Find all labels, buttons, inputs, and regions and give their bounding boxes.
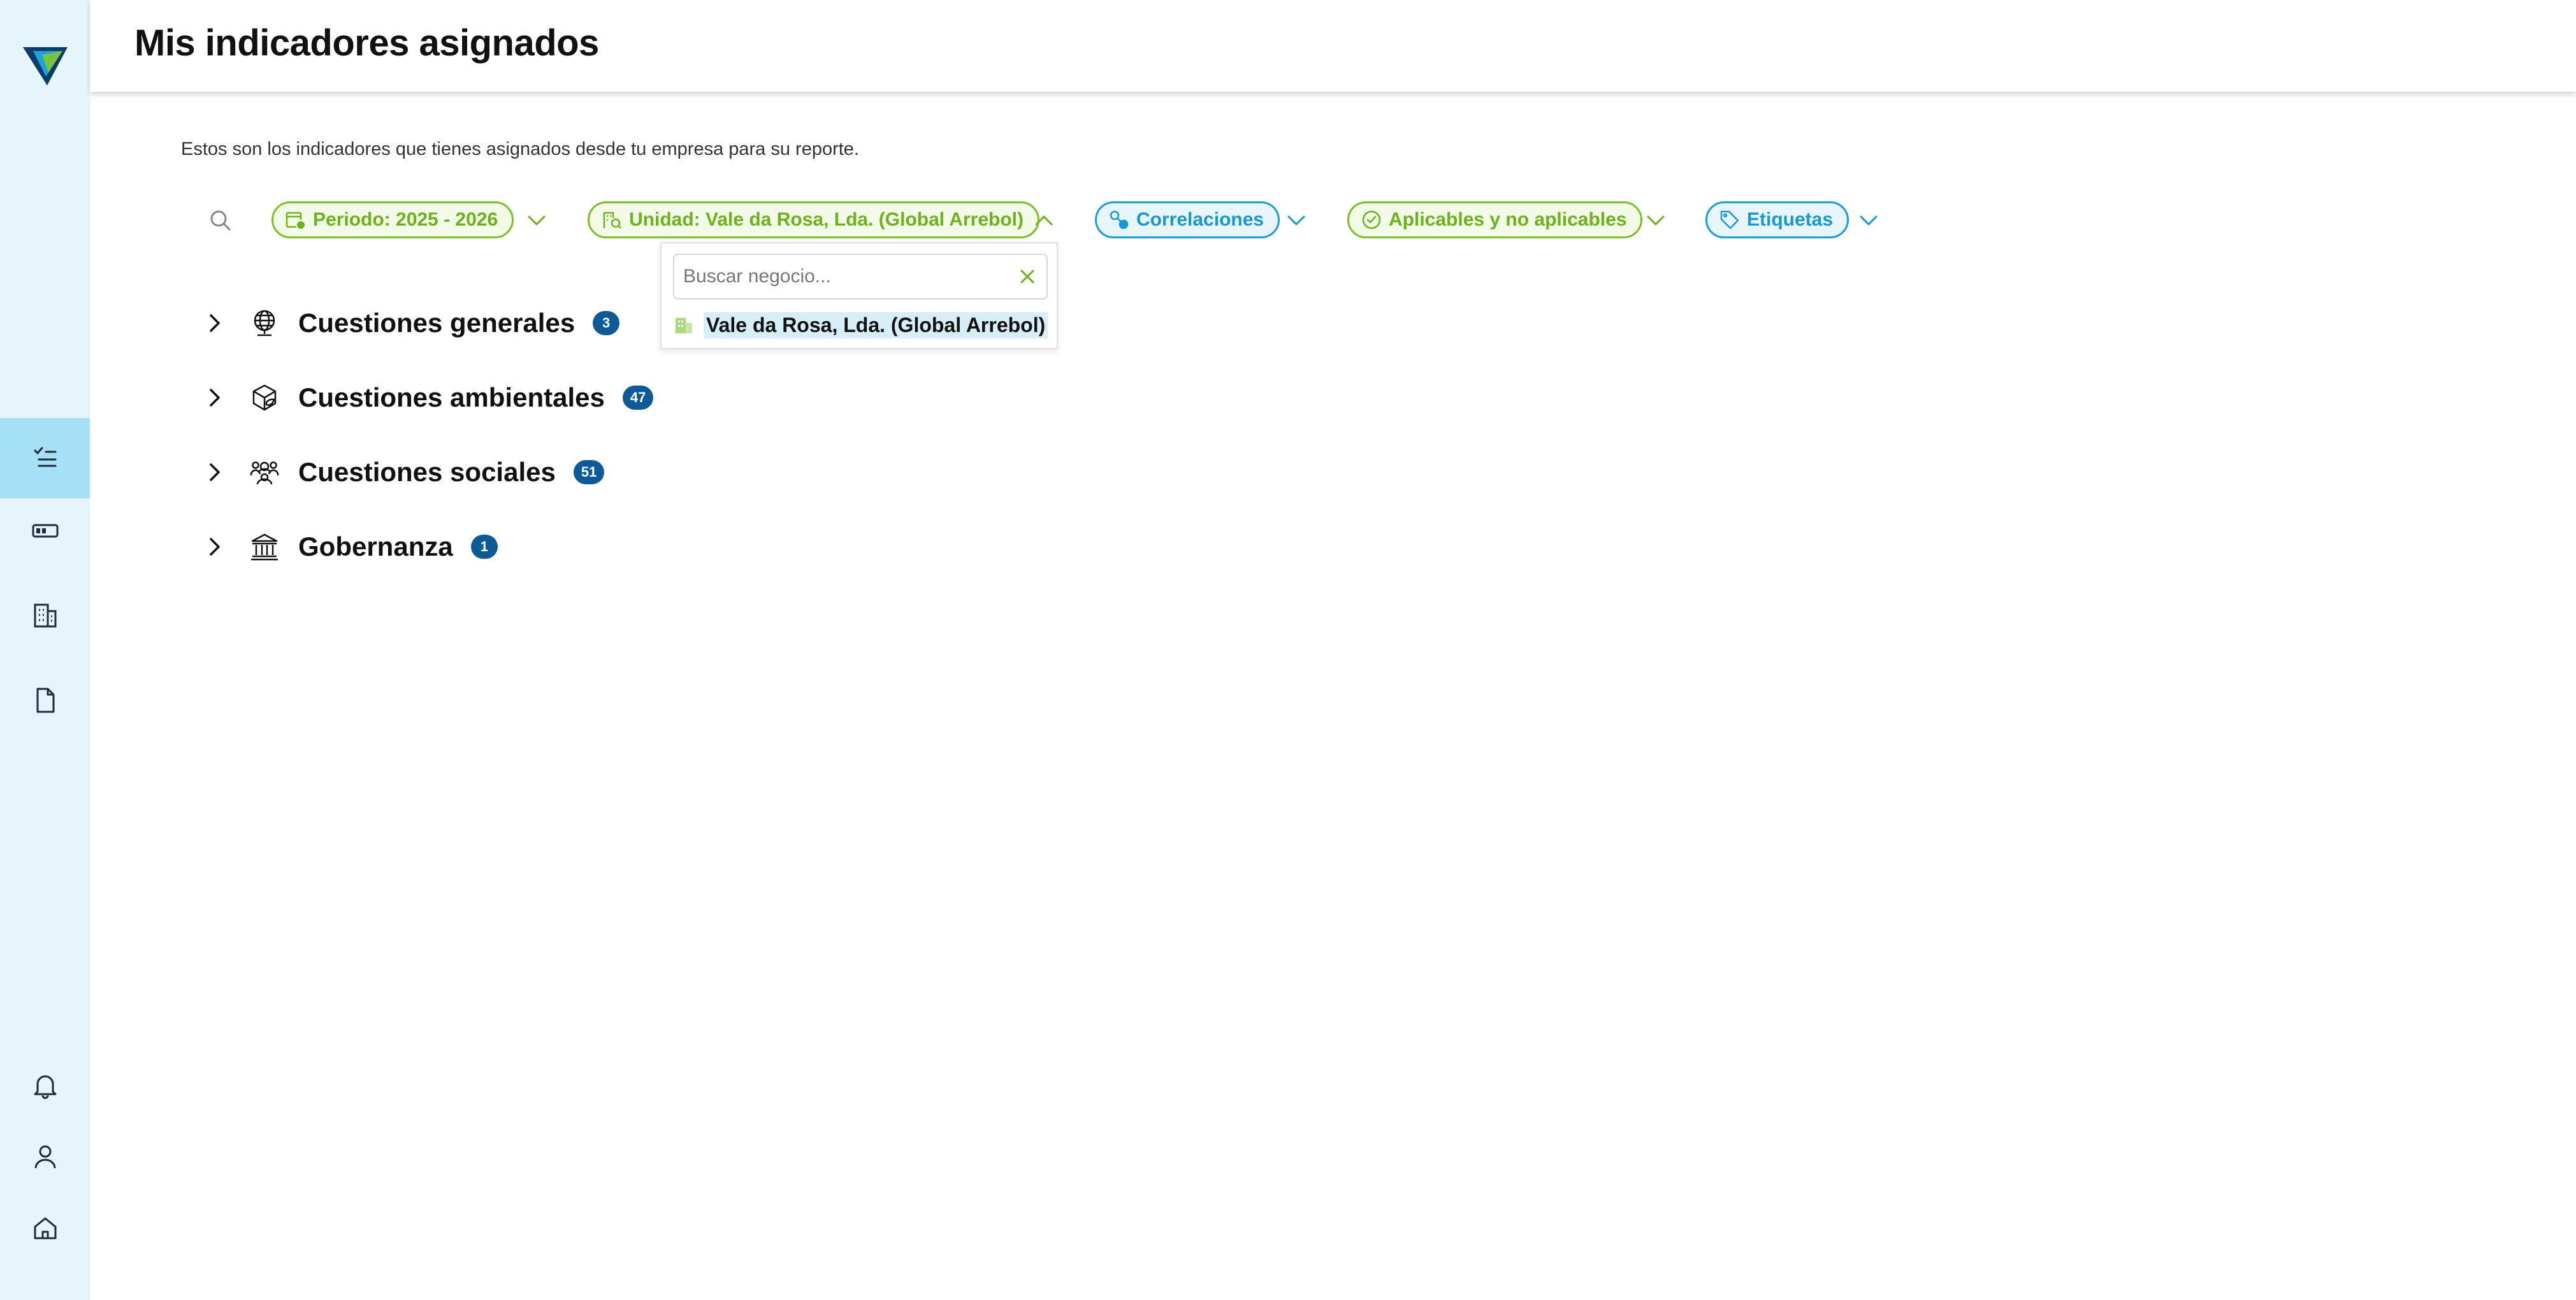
business-search-wrapper <box>673 254 1048 300</box>
category-label: Cuestiones generales <box>298 308 575 338</box>
category-row[interactable]: Cuestiones generales 3 <box>201 301 620 345</box>
category-row[interactable]: Gobernanza 1 <box>201 524 498 569</box>
category-row[interactable]: Cuestiones ambientales 47 <box>201 375 654 420</box>
sidebar-item-profile[interactable] <box>0 1116 90 1197</box>
globe-icon <box>254 310 275 336</box>
filter-applicability[interactable]: Aplicables y no aplicables <box>1347 201 1643 238</box>
unit-dropdown: Vale da Rosa, Lda. (Global Arrebol) <box>660 242 1058 349</box>
filter-period[interactable]: Periodo: 2025 - 2026 <box>271 201 514 238</box>
filter-unit[interactable]: Unidad: Vale da Rosa, Lda. (Global Arreb… <box>588 201 1039 238</box>
sidebar <box>0 0 90 1300</box>
category-label: Gobernanza <box>298 531 453 561</box>
user-icon <box>34 1145 55 1169</box>
filter-tags-label: Etiquetas <box>1747 209 1834 230</box>
bank-building-icon <box>251 533 278 561</box>
chevron-down-icon[interactable] <box>1856 208 1881 233</box>
chevron-down-icon[interactable] <box>1643 208 1668 233</box>
sidebar-item-meters[interactable] <box>0 491 90 571</box>
count-badge: 47 <box>622 386 654 410</box>
checklist-icon <box>34 447 56 467</box>
sidebar-item-home[interactable] <box>0 1188 90 1268</box>
dropdown-option-label: Vale da Rosa, Lda. (Global Arrebol) <box>704 312 1048 338</box>
category-label: Cuestiones sociales <box>298 457 556 487</box>
sidebar-item-companies[interactable] <box>0 575 90 655</box>
search-icon[interactable] <box>208 208 233 233</box>
page-description: Estos son los indicadores que tienes asi… <box>181 139 859 159</box>
chevron-right-icon[interactable] <box>201 385 227 410</box>
chevron-right-icon[interactable] <box>201 310 227 336</box>
dropdown-option[interactable]: Vale da Rosa, Lda. (Global Arrebol) <box>673 307 1048 343</box>
category-row[interactable]: Cuestiones sociales 51 <box>201 450 605 495</box>
filter-correlations[interactable]: Correlaciones <box>1095 201 1280 238</box>
business-search-input[interactable] <box>683 255 1002 298</box>
filter-tags[interactable]: Etiquetas <box>1705 201 1849 238</box>
chevron-down-icon[interactable] <box>1284 208 1309 233</box>
sidebar-item-indicators[interactable] <box>0 418 90 498</box>
building-icon <box>676 318 692 333</box>
page-title: Mis indicadores asignados <box>134 22 599 64</box>
page-header: Mis indicadores asignados <box>90 0 2576 92</box>
bell-icon <box>34 1075 56 1099</box>
building-search-icon <box>603 212 621 229</box>
filter-unit-label: Unidad: Vale da Rosa, Lda. (Global Arreb… <box>629 209 1024 230</box>
chevron-down-icon[interactable] <box>524 208 549 233</box>
building-icon <box>34 603 56 628</box>
filter-correlations-label: Correlaciones <box>1136 209 1264 230</box>
filter-applicability-label: Aplicables y no aplicables <box>1389 209 1627 230</box>
battery-icon <box>32 524 58 538</box>
tag-icon <box>1720 210 1739 229</box>
sidebar-item-notifications[interactable] <box>0 1045 90 1125</box>
calendar-check-icon <box>286 212 306 230</box>
check-circle-icon <box>1362 210 1381 229</box>
category-label: Cuestiones ambientales <box>298 382 605 412</box>
count-badge: 3 <box>593 311 620 335</box>
correlation-icon <box>1110 210 1129 229</box>
filter-period-label: Periodo: 2025 - 2026 <box>313 209 498 230</box>
chevron-up-icon[interactable] <box>1031 208 1057 233</box>
document-icon <box>36 688 54 713</box>
people-group-icon <box>250 461 279 485</box>
count-badge: 51 <box>573 460 605 484</box>
chevron-right-icon[interactable] <box>201 534 227 560</box>
count-badge: 1 <box>470 535 498 559</box>
close-icon[interactable] <box>1017 266 1038 287</box>
home-icon <box>34 1217 56 1239</box>
leaf-cube-icon <box>252 384 277 411</box>
sidebar-item-documents[interactable] <box>0 660 90 740</box>
app-logo-icon[interactable] <box>23 45 68 87</box>
chevron-right-icon[interactable] <box>201 459 227 485</box>
